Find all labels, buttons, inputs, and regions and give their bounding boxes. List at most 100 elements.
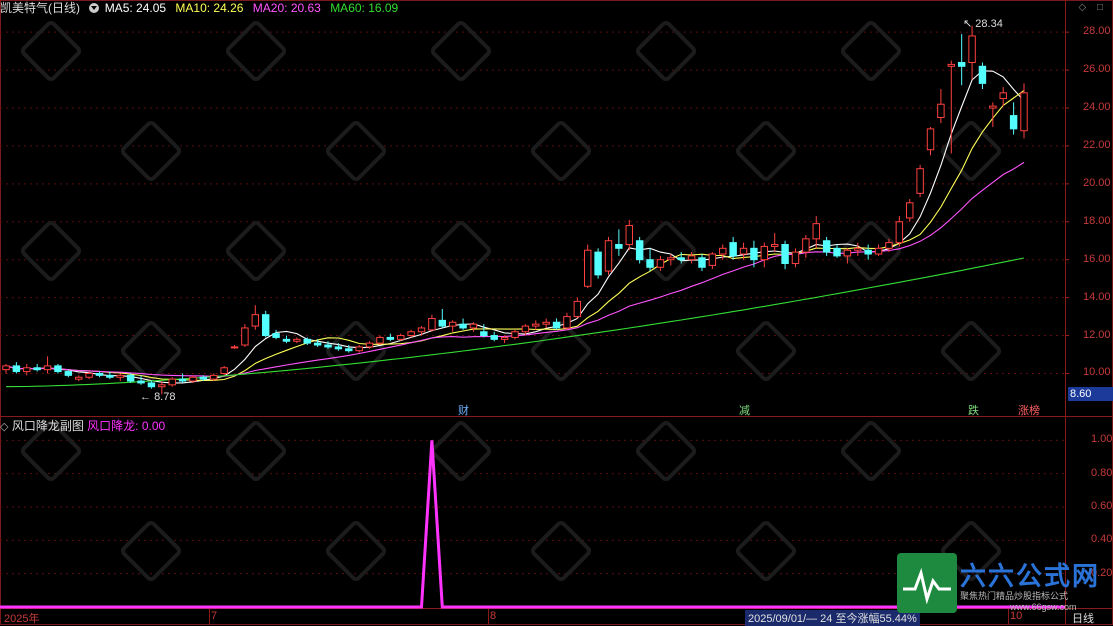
- candlestick-series: [2, 25, 1028, 395]
- event-marker-finance[interactable]: 财: [456, 402, 471, 418]
- candle: [12, 362, 21, 374]
- range-stat[interactable]: 2025/09/01/— 24 至今涨幅55.44%: [745, 610, 920, 626]
- watermark-mark: [225, 220, 287, 282]
- candle: [604, 236, 613, 275]
- candle-up: [85, 372, 93, 378]
- candle: [54, 363, 62, 374]
- candle-up: [230, 346, 239, 349]
- candle-up: [656, 259, 665, 268]
- candle: [916, 164, 924, 198]
- candle-up: [625, 225, 633, 246]
- candle-up: [511, 331, 519, 338]
- candle-up: [885, 242, 893, 249]
- indicator-tick-label: 1.00: [1091, 433, 1113, 446]
- indicator-tick-label: 0.60: [1091, 500, 1113, 512]
- candle-up: [770, 244, 779, 247]
- candle-up: [687, 255, 696, 261]
- candle-down: [781, 244, 789, 264]
- candle: [781, 240, 789, 270]
- candle-up: [407, 331, 415, 337]
- indicator-menu-icon[interactable]: ◇: [0, 421, 8, 433]
- candle-down: [978, 65, 987, 84]
- candle-up: [760, 245, 769, 261]
- candle-up: [189, 376, 197, 382]
- candle-up: [43, 365, 52, 371]
- candle-up: [158, 384, 166, 388]
- candle: [656, 255, 665, 272]
- price-tick-label: 12.00: [1083, 328, 1111, 341]
- ma20-value: MA20: 20.63: [252, 1, 321, 15]
- candle-up: [802, 238, 810, 253]
- candle-down: [677, 257, 685, 261]
- candle: [812, 216, 820, 249]
- candle-up: [968, 35, 976, 64]
- candle-up: [116, 374, 124, 378]
- candle: [635, 236, 644, 264]
- watermark-mark: [430, 420, 492, 482]
- candle-up: [812, 223, 820, 240]
- watermark-mark: [735, 120, 797, 182]
- candle-up: [521, 325, 530, 333]
- candle-down: [95, 372, 104, 376]
- candle: [469, 322, 478, 332]
- period-tab[interactable]: 日线: [1072, 610, 1094, 626]
- candle-up: [74, 376, 83, 380]
- candle: [147, 381, 156, 389]
- candle-down: [822, 240, 831, 253]
- candle: [220, 365, 228, 376]
- watermark-mark: [430, 20, 492, 82]
- candle: [802, 235, 810, 258]
- watermark-mark: [120, 120, 182, 182]
- candle: [926, 126, 935, 156]
- event-marker-gain-list[interactable]: 涨榜: [1016, 402, 1042, 418]
- stock-title[interactable]: 凯美特气(日线): [0, 1, 80, 15]
- candle-down: [261, 314, 270, 337]
- candle-down: [54, 365, 62, 373]
- watermark-mark: [325, 120, 387, 182]
- candle: [251, 305, 260, 330]
- candle-up: [469, 323, 478, 329]
- candle: [833, 244, 841, 258]
- candle-down: [147, 382, 156, 388]
- candle-down: [313, 342, 322, 346]
- candle: [573, 297, 582, 319]
- candle-down: [438, 319, 447, 327]
- candle: [552, 318, 561, 330]
- watermark-mark: [840, 420, 902, 482]
- candle-down: [750, 247, 758, 261]
- candle: [708, 252, 717, 270]
- ma-settings-icon[interactable]: [89, 3, 100, 13]
- candle-up: [220, 367, 228, 374]
- candle-up: [791, 251, 800, 264]
- price-tick-label: 24.00: [1083, 101, 1111, 113]
- candle: [895, 216, 904, 247]
- candle: [874, 244, 883, 256]
- indicator-name[interactable]: 风口降龙副图: [12, 419, 84, 433]
- watermark-layer: [20, 20, 1002, 582]
- event-marker-reduce[interactable]: 减: [737, 402, 752, 418]
- candle-up: [937, 103, 945, 118]
- chart-toolbar-icons[interactable]: ◇ □: [1078, 2, 1107, 13]
- watermark-mark: [635, 20, 697, 82]
- high-annotation: ↖ 28.34: [963, 18, 1003, 30]
- candle-up: [241, 327, 249, 346]
- watermark-mark: [225, 20, 287, 82]
- candle-up: [708, 253, 717, 266]
- candle-down: [199, 376, 208, 380]
- pulse-icon: [903, 567, 951, 605]
- candle-up: [428, 317, 436, 331]
- kline-chart[interactable]: [0, 0, 1113, 625]
- candle: [729, 236, 737, 260]
- candle-down: [33, 367, 41, 371]
- candle: [854, 242, 862, 256]
- candle-up: [843, 249, 852, 257]
- candle: [978, 62, 987, 90]
- low-value: 8.78: [154, 391, 176, 403]
- candle-up: [667, 257, 675, 261]
- candle-down: [303, 338, 311, 344]
- candle: [438, 308, 447, 328]
- watermark-mark: [20, 220, 82, 282]
- watermark-mark: [635, 420, 697, 482]
- candle: [532, 320, 540, 330]
- event-marker-fall[interactable]: 跌: [966, 402, 981, 418]
